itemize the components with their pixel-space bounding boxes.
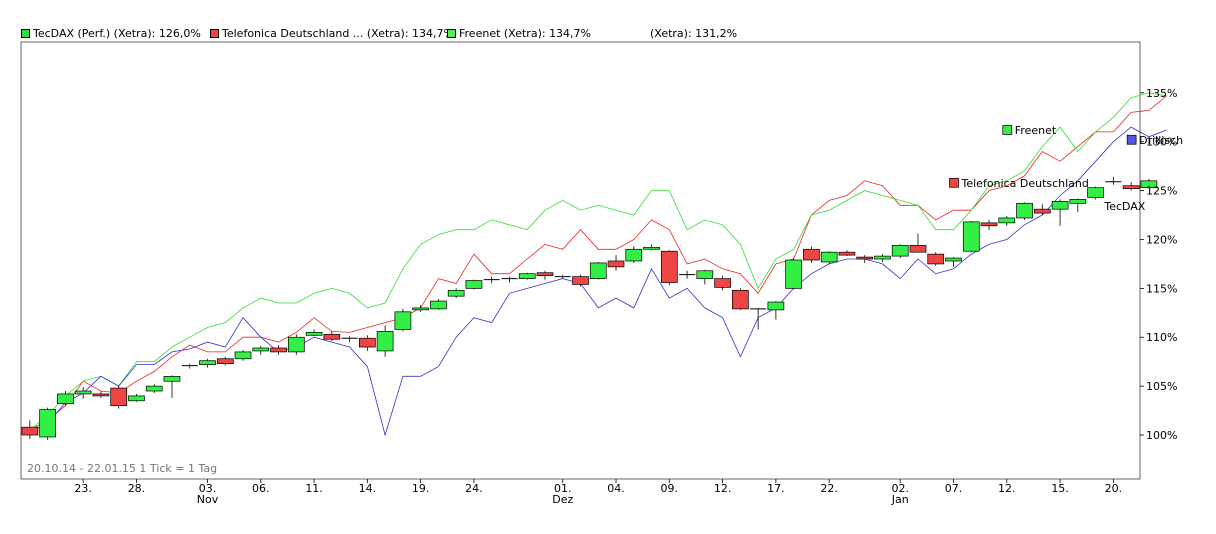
- candle-body: [874, 255, 891, 260]
- candle-body: [1016, 202, 1033, 219]
- y-axis: 100% 105% 110% 115% 120% 125% 130% 135%: [1140, 87, 1177, 442]
- candle-body: [909, 244, 927, 253]
- y-tick-label: 135%: [1146, 87, 1177, 100]
- candle-body: [927, 253, 945, 265]
- y-tick-label: 120%: [1146, 233, 1177, 246]
- tag-swatch-telefonica: [949, 177, 959, 188]
- candle-body: [803, 248, 820, 261]
- candle-body: [1051, 201, 1069, 210]
- candle-body: [572, 276, 589, 285]
- candle-body: [891, 244, 909, 257]
- tag-swatch-freenet: [1002, 125, 1013, 135]
- x-tick-label: 28.: [128, 482, 146, 495]
- candle-body: [980, 222, 998, 227]
- candle-body: [199, 360, 216, 365]
- y-tick-label: 130%: [1146, 136, 1177, 149]
- candle-body: [145, 385, 163, 392]
- tag-label-freenet: Freenet: [1015, 124, 1057, 137]
- candle-body: [838, 251, 856, 256]
- price-chart[interactable]: FreenetTelefonica DeutschlandDrillischTe…: [0, 0, 1216, 534]
- tag-label-telefonica: Telefonica Deutschland: [961, 177, 1089, 190]
- candle-body: [359, 337, 376, 348]
- candle-body: [660, 250, 678, 283]
- candle-body: [625, 248, 643, 262]
- candle-body: [465, 280, 483, 289]
- series-line-freenet: [29, 92, 1167, 431]
- x-tick-label: 06.: [252, 482, 270, 495]
- x-tick-label: 04.: [607, 482, 625, 495]
- y-tick-label: 115%: [1146, 282, 1177, 295]
- candle-body: [1033, 208, 1051, 214]
- candle-body: [518, 273, 536, 279]
- candle-body: [767, 301, 785, 311]
- candle-body: [430, 300, 447, 310]
- candle-body: [376, 331, 394, 352]
- candle-body: [110, 387, 128, 407]
- x-tick-label: 19.: [412, 482, 430, 495]
- y-tick-label: 105%: [1146, 380, 1177, 393]
- candle-body: [643, 246, 660, 250]
- candle-body: [856, 256, 874, 260]
- x-tick-label: 23.: [74, 482, 92, 495]
- candle-body: [696, 270, 714, 279]
- candle-body: [447, 289, 465, 297]
- x-tick-label: 15.: [1051, 482, 1069, 495]
- candle-body: [394, 311, 412, 330]
- candle-body: [714, 278, 731, 288]
- x-tick-label: 22.: [820, 482, 838, 495]
- x-tick-label: 07.: [945, 482, 963, 495]
- candle-body: [412, 307, 429, 311]
- candle-body: [1122, 185, 1140, 189]
- candle-body: [21, 426, 39, 436]
- x-tick-label: 20.: [1105, 482, 1123, 495]
- candle-body: [732, 289, 749, 310]
- date-range-note: 20.10.14 - 22.01.15 1 Tick = 1 Tag: [27, 462, 217, 475]
- x-month-label: Jan: [891, 493, 909, 506]
- x-tick-label: 12.: [714, 482, 732, 495]
- candle-body: [1069, 199, 1087, 204]
- candle-body: [287, 336, 305, 353]
- candle-body: [270, 347, 287, 353]
- y-tick-label: 100%: [1146, 429, 1177, 442]
- candle-body: [998, 217, 1016, 224]
- candle-body: [305, 332, 323, 336]
- x-month-label: Dez: [552, 493, 573, 506]
- candle-body: [252, 347, 270, 352]
- candle-body: [128, 395, 145, 402]
- x-tick-label: 09.: [661, 482, 679, 495]
- candle-body: [57, 393, 74, 405]
- candle-body: [820, 251, 838, 263]
- candle-body: [234, 351, 252, 360]
- candle-body: [74, 390, 92, 395]
- y-tick-label: 125%: [1146, 185, 1177, 198]
- x-tick-label: 12.: [998, 482, 1016, 495]
- tag-swatch-drillisch: [1126, 134, 1137, 145]
- x-tick-label: 14.: [359, 482, 377, 495]
- x-tick-label: 11.: [305, 482, 323, 495]
- y-tick-label: 110%: [1146, 331, 1177, 344]
- candle-body: [216, 358, 234, 364]
- candle-body: [1087, 187, 1104, 198]
- candle-body: [163, 375, 181, 382]
- candle-body: [92, 393, 110, 397]
- series-line-drillisch: [29, 126, 1167, 437]
- plot-frame: [20, 41, 1141, 480]
- candle-body: [785, 259, 802, 289]
- x-tick-label: 17.: [767, 482, 785, 495]
- candle-body: [607, 260, 625, 268]
- tecdax-candles: [21, 176, 1158, 440]
- x-axis: 23. 28. 03. 06. 11. 14. 19. 24. 01. 04. 09. 12. 17. 2…: [74, 479, 1122, 506]
- tag-label-tecdax: TecDAX: [1103, 200, 1145, 213]
- candle-body: [323, 333, 341, 340]
- candle-body: [945, 257, 962, 262]
- x-month-label: Nov: [197, 493, 219, 506]
- candle-body: [962, 221, 980, 252]
- candle-body: [39, 409, 56, 438]
- candle-body: [589, 262, 607, 279]
- candle-body: [536, 272, 554, 277]
- x-tick-label: 24.: [465, 482, 483, 495]
